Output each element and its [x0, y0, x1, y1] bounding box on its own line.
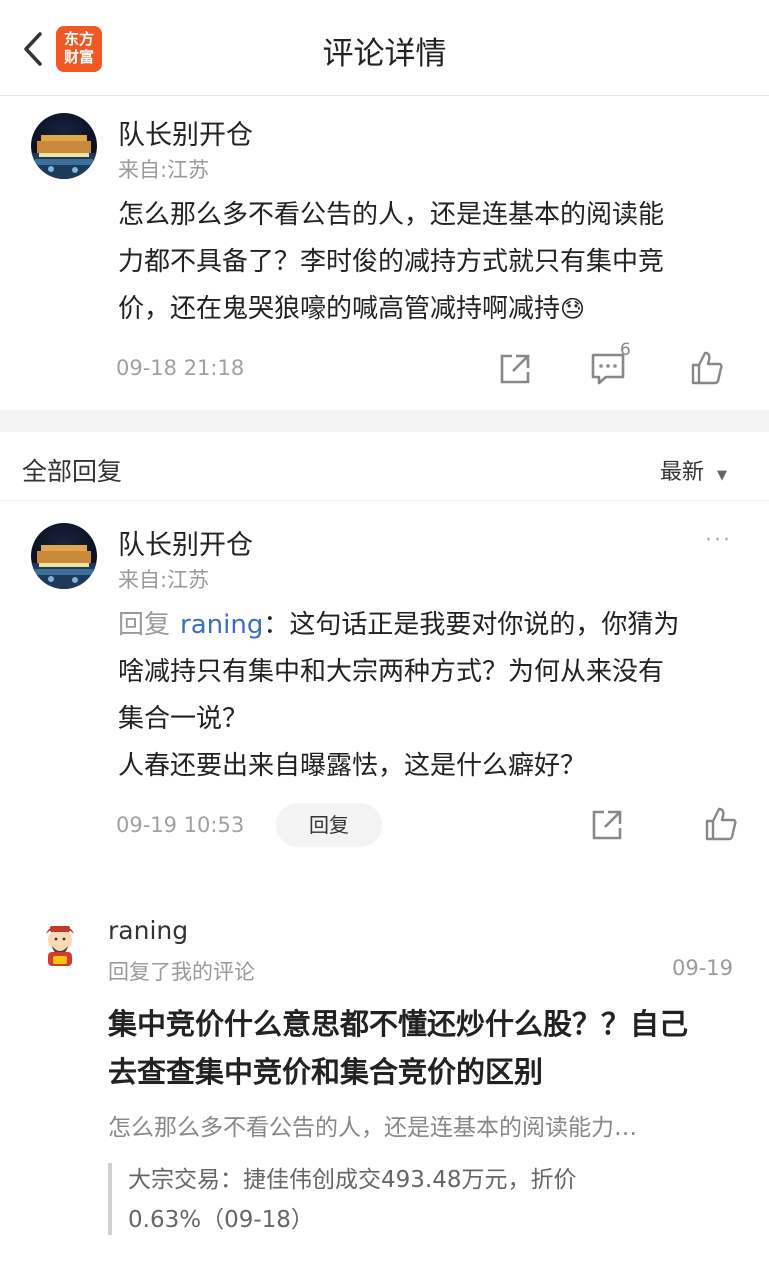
comment-count: 6 [620, 340, 631, 360]
notification-headline[interactable]: 集中竞价什么意思都不懂还炒什么股？？自己 去查查集中竞价和集合竞价的区别 [108, 1000, 758, 1096]
source-post[interactable]: 大宗交易：捷佳伟创成交493.48万元，折价 0.63%（09-18） [128, 1160, 748, 1240]
reply-line: 集合一说？ [118, 704, 249, 734]
headline-line: 集中竞价什么意思都不懂还炒什么股？？自己 [108, 1007, 689, 1041]
notification-author[interactable]: raning [108, 916, 188, 945]
mention-link[interactable]: raning [180, 610, 263, 640]
avatar-image [31, 135, 97, 179]
comment-body: 怎么那么多不看公告的人，还是连基本的阅读能 力都不具备了？李时俊的减持方式就只有… [118, 192, 748, 333]
quoted-comment[interactable]: 怎么那么多不看公告的人，还是连基本的阅读能力… [108, 1108, 748, 1142]
source-line: 大宗交易：捷佳伟创成交493.48万元，折价 [128, 1167, 577, 1193]
divider [0, 500, 769, 501]
notification-action: 回复了我的评论 [108, 960, 255, 984]
comment-line: 怎么那么多不看公告的人，还是连基本的阅读能 [118, 200, 665, 230]
comment-line: 力都不具备了？李时俊的减持方式就只有集中竞 [118, 247, 665, 277]
dropdown-triangle-icon: ▼ [717, 468, 728, 483]
sort-label: 最新 [660, 460, 705, 485]
more-options-icon[interactable]: ··· [705, 528, 732, 553]
reply-line-text: 这句话正是我要对你说的，你猜为 [289, 610, 680, 640]
comment-timestamp: 09-18 21:18 [116, 356, 245, 380]
reply-line: 回复 raning：这句话正是我要对你说的，你猜为 [118, 602, 758, 649]
reply-prefix: 回复 [118, 610, 171, 640]
avatar-image [31, 545, 97, 589]
share-icon[interactable] [498, 352, 532, 386]
section-divider [0, 410, 769, 432]
avatar[interactable] [31, 113, 97, 179]
sweat-emoji-icon: 😓 [560, 295, 586, 323]
reply-button[interactable]: 回复 [276, 803, 382, 847]
source-line: 0.63%（09-18） [128, 1207, 314, 1233]
comment-line-text: 价，还在鬼哭狼嚎的喊高管减持啊减持 [118, 294, 561, 324]
headline-line: 去查查集中竞价和集合竞价的区别 [108, 1055, 544, 1089]
avatar[interactable] [31, 523, 97, 589]
notification-date: 09-19 [672, 956, 734, 980]
quote-bar [108, 1163, 112, 1235]
comment-author[interactable]: 队长别开仓 [118, 113, 253, 152]
like-icon[interactable] [704, 806, 738, 842]
reply-location: 来自:江苏 [118, 568, 210, 592]
share-icon[interactable] [590, 808, 624, 842]
mascot-avatar[interactable] [38, 922, 82, 974]
reply-author[interactable]: 队长别开仓 [118, 523, 253, 562]
reply-line: 人春还要出来自曝露怯，这是什么癖好？ [118, 751, 587, 781]
reply-colon: ： [263, 610, 290, 640]
reply-line: 啥减持只有集中和大宗两种方式？为何从来没有 [118, 657, 665, 687]
comment-location: 来自:江苏 [118, 158, 210, 182]
like-icon[interactable] [690, 350, 724, 386]
replies-title: 全部回复 [22, 457, 123, 486]
comment-line: 价，还在鬼哭狼嚎的喊高管减持啊减持😓 [118, 286, 748, 333]
page-title: 评论详情 [322, 36, 447, 72]
sort-dropdown[interactable]: 最新 ▼ [660, 454, 727, 486]
reply-body: 回复 raning：这句话正是我要对你说的，你猜为 啥减持只有集中和大宗两种方式？… [118, 602, 758, 790]
reply-timestamp: 09-19 10:53 [116, 813, 245, 837]
